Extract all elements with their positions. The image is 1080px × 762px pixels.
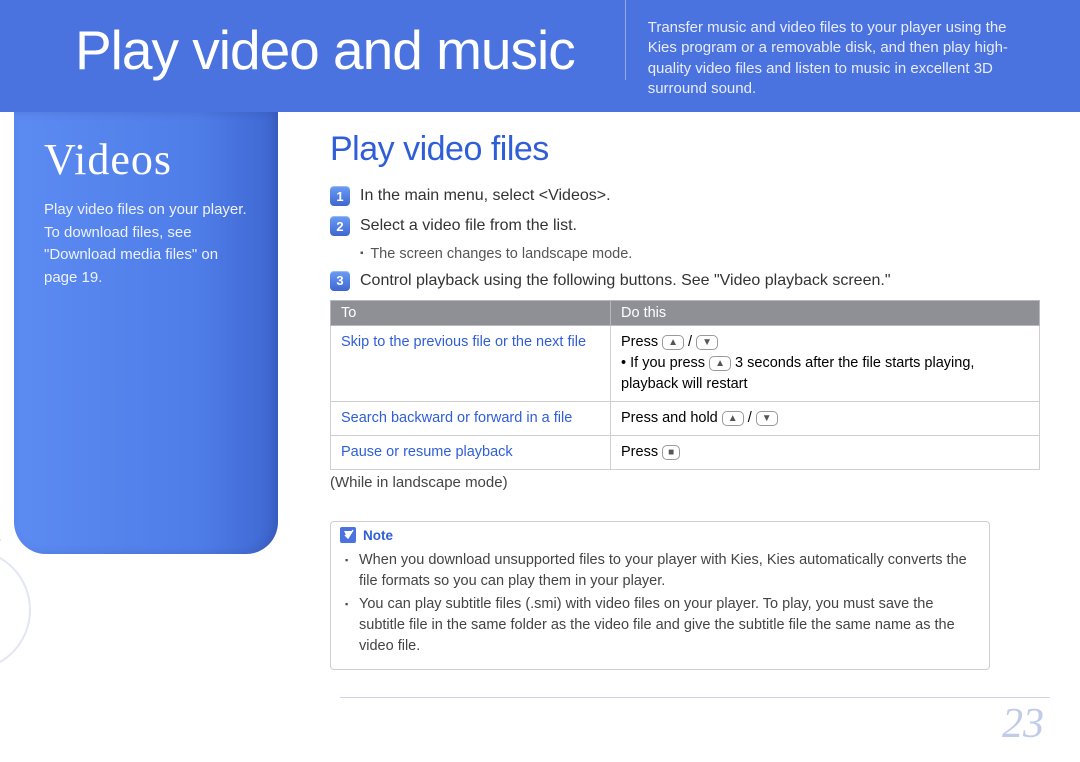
table-header-to: To bbox=[331, 301, 611, 326]
step-text: In the main menu, select <Videos>. bbox=[360, 185, 611, 207]
step-text: Control playback using the following but… bbox=[360, 270, 891, 292]
header-bar: Play video and music Transfer music and … bbox=[0, 0, 1080, 112]
page-title: Play video and music bbox=[0, 0, 605, 81]
table-header-do: Do this bbox=[611, 301, 1040, 326]
section-heading: Play video files bbox=[330, 130, 1040, 169]
sidebar-text: Play video files on your player. To down… bbox=[44, 199, 252, 289]
table-row: Skip to the previous file or the next fi… bbox=[331, 326, 1040, 402]
header-description: Transfer music and video files to your p… bbox=[625, 0, 1055, 80]
controls-table: To Do this Skip to the previous file or … bbox=[330, 300, 1040, 470]
step-sub-bullet: The screen changes to landscape mode. bbox=[360, 246, 1040, 262]
select-button-icon: ■ bbox=[662, 445, 680, 460]
step-3: 3 Control playback using the following b… bbox=[330, 270, 1040, 292]
step-list: 1 In the main menu, select <Videos>. 2 S… bbox=[330, 185, 1040, 292]
sidebar-title: Videos bbox=[44, 134, 252, 185]
step-2: 2 Select a video file from the list. bbox=[330, 215, 1040, 237]
table-cell-to: Skip to the previous file or the next fi… bbox=[331, 326, 611, 402]
table-cell-to: Pause or resume playback bbox=[331, 436, 611, 470]
note-body: When you download unsupported files to y… bbox=[331, 546, 989, 669]
note-label: Note bbox=[363, 528, 393, 543]
sidebar: Videos Play video files on your player. … bbox=[14, 112, 278, 554]
table-cell-do: Press ▲ / ▼ • If you press ▲ 3 seconds a… bbox=[611, 326, 1040, 402]
note-item: You can play subtitle files (.smi) with … bbox=[359, 594, 971, 657]
table-cell-do: Press and hold ▲ / ▼ bbox=[611, 402, 1040, 436]
step-1: 1 In the main menu, select <Videos>. bbox=[330, 185, 1040, 207]
main-content: Play video files 1 In the main menu, sel… bbox=[330, 130, 1040, 670]
down-button-icon: ▼ bbox=[696, 335, 718, 350]
step-number-icon: 1 bbox=[330, 186, 350, 206]
down-button-icon: ▼ bbox=[756, 411, 778, 426]
up-button-icon: ▲ bbox=[722, 411, 744, 426]
table-row: Search backward or forward in a file Pre… bbox=[331, 402, 1040, 436]
table-cell-to: Search backward or forward in a file bbox=[331, 402, 611, 436]
step-number-icon: 3 bbox=[330, 271, 350, 291]
step-number-icon: 2 bbox=[330, 216, 350, 236]
page-divider bbox=[340, 697, 1050, 698]
page-number: 23 bbox=[1002, 700, 1044, 748]
up-button-icon: ▲ bbox=[709, 356, 731, 371]
table-row: Pause or resume playback Press ■ bbox=[331, 436, 1040, 470]
table-caption: (While in landscape mode) bbox=[330, 474, 1040, 491]
step-text: Select a video file from the list. bbox=[360, 215, 577, 237]
note-box: Note When you download unsupported files… bbox=[330, 521, 990, 670]
table-cell-do: Press ■ bbox=[611, 436, 1040, 470]
up-button-icon: ▲ bbox=[662, 335, 684, 350]
note-header: Note bbox=[331, 522, 989, 546]
note-icon bbox=[339, 526, 357, 544]
note-item: When you download unsupported files to y… bbox=[359, 550, 971, 592]
